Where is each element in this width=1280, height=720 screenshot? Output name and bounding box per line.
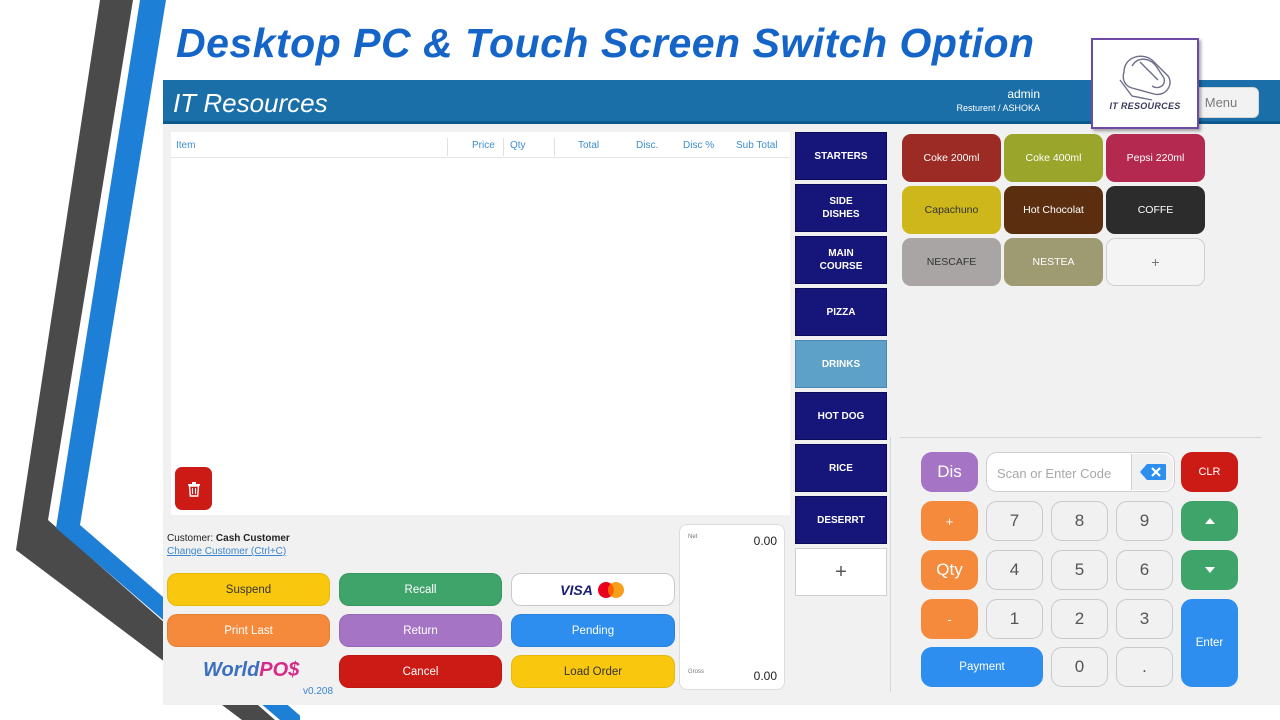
payment-button[interactable]: Payment	[921, 647, 1043, 687]
card-payment-button[interactable]: VISA	[511, 573, 675, 606]
it-resources-logo: IT RESOURCES	[1091, 38, 1199, 129]
divider	[890, 437, 891, 692]
column-header-total[interactable]: Total	[578, 140, 599, 151]
trash-icon	[187, 481, 200, 497]
key-0[interactable]: 0	[1051, 647, 1108, 687]
key-1[interactable]: 1	[986, 599, 1043, 639]
category-deserrt[interactable]: DESERRT	[795, 496, 887, 544]
product-coke-200ml[interactable]: Coke 200ml	[902, 134, 1001, 182]
customer-info: Customer: Cash Customer	[167, 533, 290, 544]
key-3[interactable]: 3	[1116, 599, 1173, 639]
totals-panel: Net 0.00 Gross 0.00	[679, 524, 785, 690]
column-header-sub-total[interactable]: Sub Total	[736, 140, 778, 151]
column-separator	[447, 138, 448, 156]
arrow-up-icon	[1204, 518, 1215, 524]
gross-value: 0.00	[753, 669, 777, 683]
visa-logo: VISA	[560, 581, 593, 598]
add-product-button[interactable]: +	[1106, 238, 1205, 286]
category-pizza[interactable]: PIZZA	[795, 288, 887, 336]
category-main-course[interactable]: MAIN COURSE	[795, 236, 887, 284]
enter-button[interactable]: Enter	[1181, 599, 1238, 687]
column-header-price[interactable]: Price	[472, 140, 495, 151]
divider	[900, 437, 1262, 438]
category-hot-dog[interactable]: HOT DOG	[795, 392, 887, 440]
backspace-icon	[1139, 464, 1166, 480]
column-header-qty[interactable]: Qty	[510, 140, 526, 151]
order-table[interactable]: Item Price Qty Total Disc. Disc % Sub To…	[171, 132, 790, 515]
key-5[interactable]: 5	[1051, 550, 1108, 590]
cancel-button[interactable]: Cancel	[339, 655, 502, 688]
app-version: v0.208	[303, 686, 334, 697]
product-nescafe[interactable]: NESCAFE	[902, 238, 1001, 286]
key-6[interactable]: 6	[1116, 550, 1173, 590]
product-hot-chocolat[interactable]: Hot Chocolat	[1004, 186, 1103, 234]
product-coke-400ml[interactable]: Coke 400ml	[1004, 134, 1103, 182]
column-header-item[interactable]: Item	[176, 140, 195, 151]
add-category-button[interactable]: +	[795, 548, 887, 596]
column-header-disc-percent[interactable]: Disc %	[683, 140, 714, 151]
order-table-header: Item Price Qty Total Disc. Disc % Sub To…	[171, 135, 790, 158]
net-value: 0.00	[753, 534, 777, 548]
column-header-disc[interactable]: Disc.	[636, 140, 658, 151]
category-rice[interactable]: RICE	[795, 444, 887, 492]
column-separator	[503, 138, 504, 156]
recall-button[interactable]: Recall	[339, 573, 502, 606]
pending-button[interactable]: Pending	[511, 614, 675, 647]
load-order-button[interactable]: Load Order	[511, 655, 675, 688]
clear-button[interactable]: CLR	[1181, 452, 1238, 492]
up-button[interactable]	[1181, 501, 1238, 541]
customer-name: Cash Customer	[215, 533, 290, 544]
arrow-down-icon	[1204, 567, 1215, 573]
key-9[interactable]: 9	[1116, 501, 1173, 541]
gross-label: Gross	[688, 669, 705, 675]
logo-text: IT RESOURCES	[1109, 101, 1181, 111]
slide-title: Desktop PC & Touch Screen Switch Option	[176, 20, 1035, 66]
user-name: admin	[1007, 87, 1040, 101]
delete-item-button[interactable]	[175, 467, 212, 510]
user-location: Resturent / ASHOKA	[956, 103, 1040, 113]
backspace-button[interactable]	[1131, 454, 1173, 490]
category-side-dishes[interactable]: SIDE DISHES	[795, 184, 887, 232]
discount-button[interactable]: Dis	[921, 452, 978, 492]
category-starters[interactable]: STARTERS	[795, 132, 887, 180]
column-separator	[554, 138, 555, 156]
product-pepsi-220ml[interactable]: Pepsi 220ml	[1106, 134, 1205, 182]
increment-button[interactable]: +	[921, 501, 978, 541]
change-customer-link[interactable]: Change Customer (Ctrl+C)	[167, 546, 286, 557]
product-capachuno[interactable]: Capachuno	[902, 186, 1001, 234]
worldpos-logo: WorldPO$	[203, 659, 299, 682]
screen: Desktop PC & Touch Screen Switch Option …	[0, 0, 1280, 720]
net-label: Net	[688, 534, 698, 540]
mastercard-icon	[597, 581, 624, 598]
customer-label: Customer:	[167, 533, 214, 544]
key-4[interactable]: 4	[986, 550, 1043, 590]
key-8[interactable]: 8	[1051, 501, 1108, 541]
scan-code-input[interactable]	[997, 463, 1127, 483]
app-title: IT Resources	[173, 88, 328, 118]
suspend-button[interactable]: Suspend	[167, 573, 330, 606]
product-nestea[interactable]: NESTEA	[1004, 238, 1103, 286]
print-last-button[interactable]: Print Last	[167, 614, 330, 647]
key-7[interactable]: 7	[986, 501, 1043, 541]
brand-pos: PO$	[259, 659, 300, 681]
down-button[interactable]	[1181, 550, 1238, 590]
product-coffe[interactable]: COFFE	[1106, 186, 1205, 234]
scan-code-field[interactable]	[986, 452, 1175, 492]
quantity-button[interactable]: Qty	[921, 550, 978, 590]
key-dot[interactable]: .	[1116, 647, 1173, 687]
return-button[interactable]: Return	[339, 614, 502, 647]
category-drinks[interactable]: DRINKS	[795, 340, 887, 388]
key-2[interactable]: 2	[1051, 599, 1108, 639]
decrement-button[interactable]: -	[921, 599, 978, 639]
brand-world: World	[203, 659, 260, 681]
